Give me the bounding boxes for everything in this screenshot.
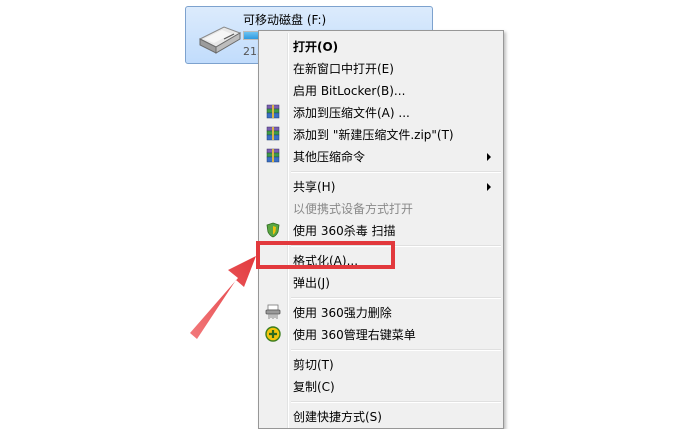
annotation-arrow-icon — [190, 256, 256, 339]
